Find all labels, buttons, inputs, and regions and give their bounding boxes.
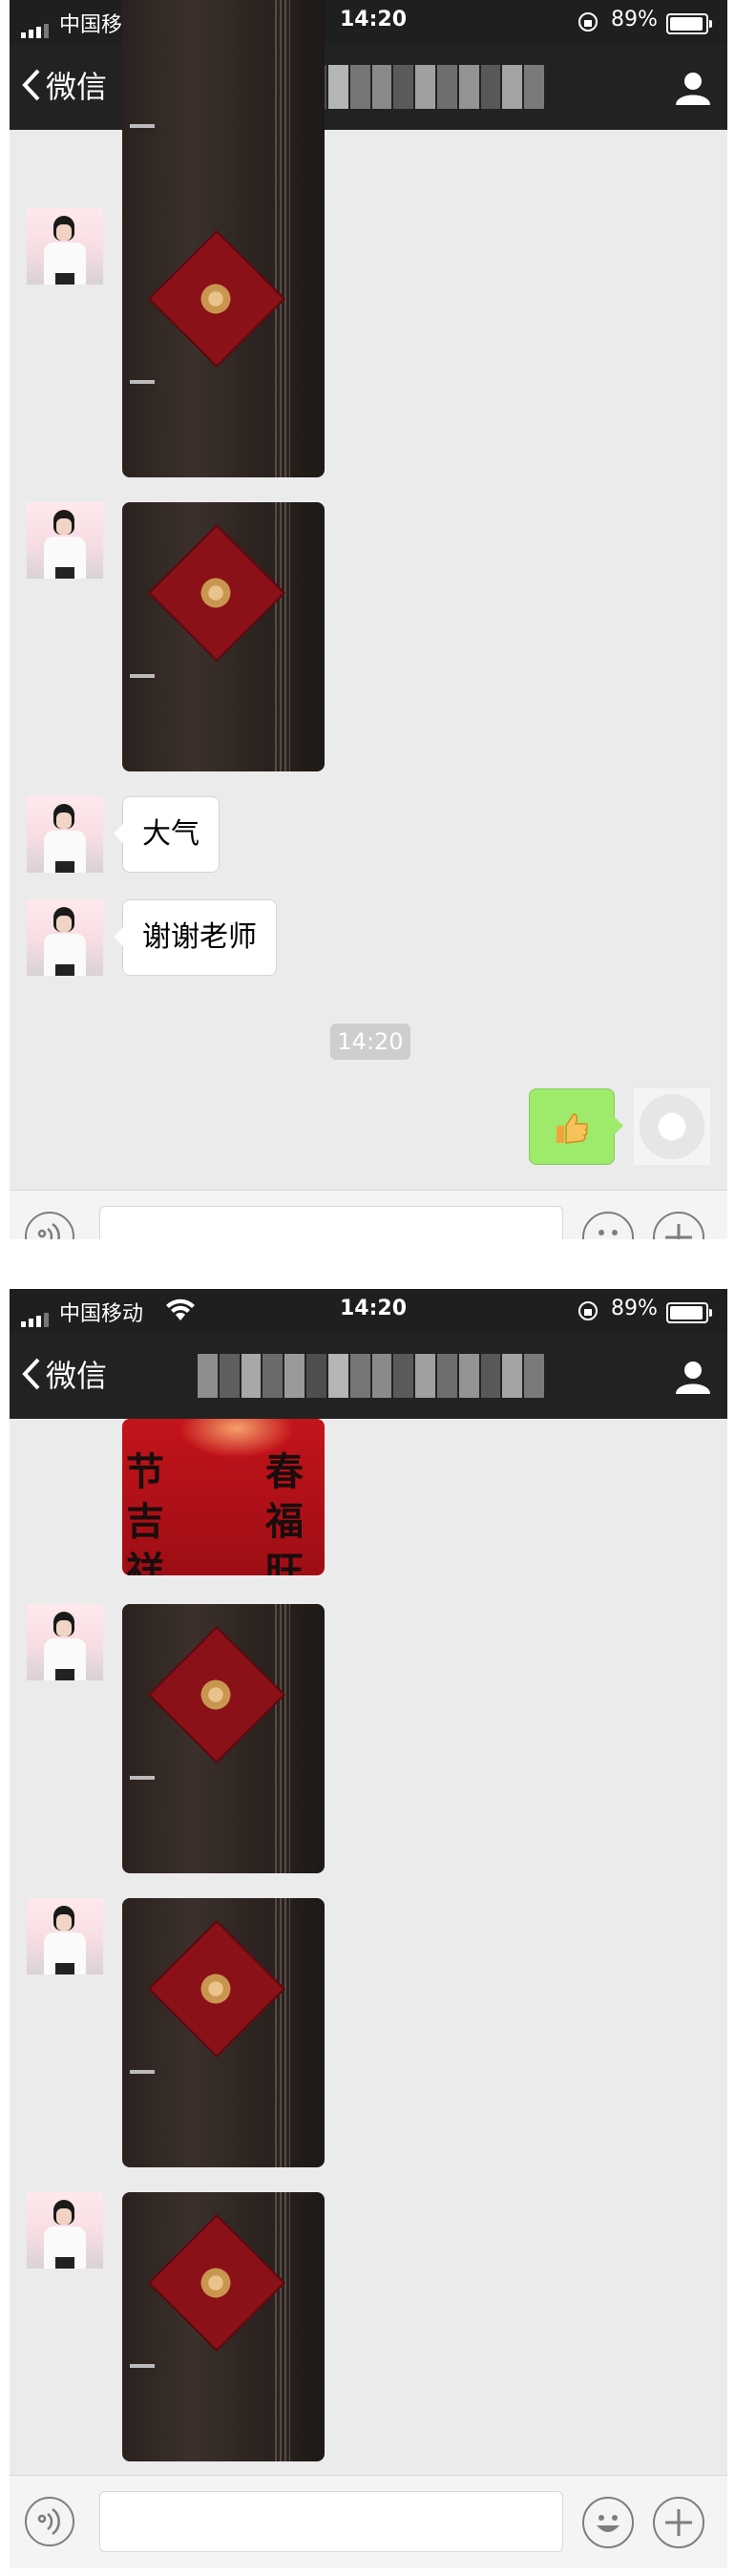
chat-info-person-icon[interactable] xyxy=(674,1360,712,1394)
image-message[interactable] xyxy=(122,502,325,771)
chevron-left-icon xyxy=(22,1358,40,1390)
status-bar: 中国移动 14:20 89% xyxy=(10,0,727,44)
sticker-message[interactable] xyxy=(529,1088,623,1165)
avatar[interactable] xyxy=(27,796,103,873)
rotation-lock-icon xyxy=(578,1301,598,1320)
avatar[interactable] xyxy=(27,899,103,976)
smiley-icon xyxy=(598,1230,618,1235)
back-label: 微信 xyxy=(46,1358,108,1394)
voice-wave-icon xyxy=(37,2507,60,2536)
chat-screen-2: 中国移动 14:20 89% 微信 节吉祥 春福旺 xyxy=(10,1289,727,2568)
emoji-button[interactable] xyxy=(582,2497,634,2548)
image-message[interactable] xyxy=(122,0,325,222)
text-message[interactable]: 谢谢老师 xyxy=(114,899,277,976)
smiley-icon xyxy=(597,2515,620,2532)
back-button[interactable]: 微信 xyxy=(21,63,107,107)
carrier-label: 中国移动 xyxy=(59,1302,144,1326)
input-bar xyxy=(10,2475,727,2568)
back-button[interactable]: 微信 xyxy=(21,1352,107,1396)
clock: 14:20 xyxy=(340,8,408,32)
my-avatar[interactable] xyxy=(634,1088,710,1165)
image-message[interactable] xyxy=(122,1604,325,1873)
couplet-right: 春福旺 xyxy=(265,1449,304,1575)
chat-screen-1: 中国移动 14:20 89% 微信 大气 谢谢老师 14:20 xyxy=(10,0,727,1239)
text-message[interactable]: 大气 xyxy=(114,796,220,873)
battery-percent: 89% xyxy=(611,1297,658,1320)
image-message[interactable] xyxy=(122,1898,325,2167)
avatar[interactable] xyxy=(27,502,103,579)
avatar[interactable] xyxy=(27,1898,103,1974)
message-input[interactable] xyxy=(99,2491,563,2552)
message-input[interactable] xyxy=(99,1206,563,1239)
voice-wave-icon xyxy=(37,1222,60,1239)
thumbs-up-icon xyxy=(556,1113,588,1144)
nav-bar: 微信 xyxy=(10,44,727,130)
voice-input-button[interactable] xyxy=(25,2497,74,2546)
more-actions-button[interactable] xyxy=(653,2497,704,2548)
battery-percent: 89% xyxy=(611,8,658,32)
back-label: 微信 xyxy=(46,69,108,105)
more-actions-button[interactable] xyxy=(653,1212,704,1239)
plus-icon xyxy=(665,2509,692,2536)
message-timestamp: 14:20 xyxy=(330,1024,410,1060)
avatar[interactable] xyxy=(27,208,103,285)
avatar[interactable] xyxy=(27,1604,103,1680)
clock: 14:20 xyxy=(340,1297,408,1320)
signal-icon xyxy=(21,14,52,38)
voice-input-button[interactable] xyxy=(25,1212,74,1239)
image-message[interactable] xyxy=(122,208,325,477)
battery-icon xyxy=(666,13,712,34)
status-bar: 中国移动 14:20 89% xyxy=(10,1289,727,1333)
emoji-button[interactable] xyxy=(582,1212,634,1239)
chevron-left-icon xyxy=(22,69,40,101)
battery-icon xyxy=(666,1302,712,1323)
wifi-icon xyxy=(166,1299,195,1320)
chat-info-person-icon[interactable] xyxy=(674,71,712,105)
input-bar xyxy=(10,1190,727,1239)
rotation-lock-icon xyxy=(578,12,598,32)
nav-bar: 微信 xyxy=(10,1333,727,1419)
signal-icon xyxy=(21,1303,52,1327)
avatar[interactable] xyxy=(27,2192,103,2269)
chat-title-obscured xyxy=(197,1354,545,1398)
image-message[interactable]: 节吉祥 春福旺 xyxy=(122,1419,325,1575)
couplet-left: 节吉祥 xyxy=(126,1449,164,1575)
image-message[interactable] xyxy=(122,2192,325,2461)
plus-icon xyxy=(665,1224,692,1239)
